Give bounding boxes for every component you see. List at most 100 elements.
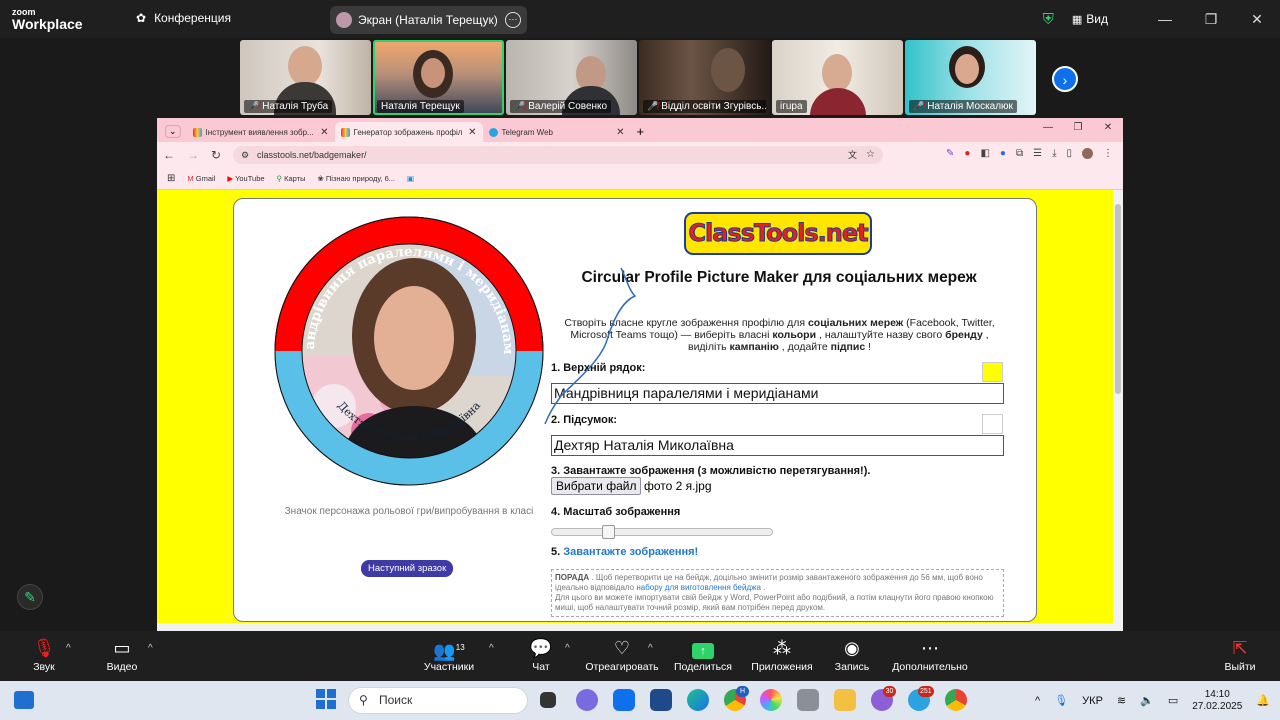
participant-tile[interactable]: 🎤̸ Наталія Москалюк (905, 40, 1036, 115)
chrome-profile-icon[interactable] (945, 689, 967, 711)
security-shield-icon[interactable]: ⛨ (1043, 11, 1054, 28)
edge-icon[interactable] (687, 689, 709, 711)
microphone-icon[interactable]: 🎙 (1054, 694, 1068, 707)
extensions-puzzle-icon[interactable]: ⧉ (1016, 148, 1023, 159)
battery-icon[interactable]: ▭ (1168, 694, 1178, 707)
wifi-icon[interactable]: ≋ (1117, 694, 1126, 707)
classtools-logo[interactable]: ClassTools.net (684, 212, 872, 255)
leave-button[interactable]: ⇱ Выйти (1222, 637, 1258, 673)
address-bar[interactable]: ⚙ classtools.net/badgemaker/ 文 ☆ (233, 146, 883, 164)
badge-kit-link[interactable]: набору для виготовлення бейджа (636, 583, 761, 592)
extension-icon[interactable]: ● (1000, 148, 1006, 159)
explorer-icon[interactable] (797, 689, 819, 711)
view-button[interactable]: Вид (1086, 12, 1108, 26)
participants-button[interactable]: 👥13 Участники (420, 637, 478, 673)
close-icon[interactable]: ✕ (1234, 11, 1280, 28)
zoom-app-icon[interactable] (613, 689, 635, 711)
participant-tile[interactable]: 🎤̸ Відділ освіти Згурівсь... (639, 40, 770, 115)
video-button[interactable]: ▭ Видео (100, 637, 144, 673)
summary-input[interactable]: Дехтяр Наталія Миколаївна (551, 435, 1004, 456)
taskbar-search-box[interactable]: ⚲ Поиск (348, 687, 528, 714)
reload-icon[interactable]: ↻ (211, 148, 221, 162)
participant-tile[interactable]: 🎤̸ Валерій Совенко (506, 40, 637, 115)
bookmark-nature[interactable]: ❀ Пізнаю природу, 6... (318, 174, 395, 183)
notifications-bell-icon[interactable]: 🔔 (1256, 694, 1270, 707)
volume-icon[interactable]: 🔈 (1140, 694, 1154, 707)
sound-options-chevron-icon[interactable]: ^ (66, 643, 71, 654)
sound-button[interactable]: 🎙 Звук (26, 637, 62, 673)
reading-list-icon[interactable]: ☰ (1033, 148, 1042, 159)
profile-avatar[interactable] (1082, 148, 1093, 159)
chat-button[interactable]: 💬 Чат (526, 637, 556, 673)
tab-close-icon[interactable]: ✕ (320, 127, 328, 138)
next-participants-arrow-icon[interactable]: › (1052, 66, 1078, 92)
participant-tile[interactable]: ігupa (772, 40, 903, 115)
participant-tile[interactable]: Наталія Терещук (373, 40, 504, 115)
bookmark-star-icon[interactable]: ☆ (866, 146, 875, 164)
image-scale-slider[interactable] (551, 525, 773, 539)
bookmark-youtube[interactable]: ▶ YouTube (227, 174, 264, 183)
task-view-icon[interactable] (540, 692, 556, 708)
restore-icon[interactable]: ❐ (1188, 11, 1234, 28)
video-options-chevron-icon[interactable]: ^ (148, 643, 153, 654)
tab-close-icon[interactable]: ✕ (468, 127, 476, 138)
forward-icon[interactable]: → (187, 148, 199, 162)
browser-menu-icon[interactable]: ⋮ (1103, 148, 1113, 159)
page-vertical-scrollbar[interactable] (1113, 190, 1123, 631)
annotate-pen-icon[interactable]: ✎ (17, 584, 43, 610)
more-button[interactable]: ⋯ Дополнительно (888, 637, 972, 673)
widgets-icon[interactable] (14, 691, 34, 709)
color-app-icon[interactable] (760, 689, 782, 711)
translate-icon[interactable]: 文 (848, 146, 857, 164)
page-horizontal-scrollbar[interactable] (157, 623, 1113, 631)
choose-file-button[interactable]: Вибрати файл (551, 477, 642, 495)
bookmark-image-icon[interactable]: ▣ (407, 174, 414, 183)
pen-extension-icon[interactable]: ✎ (946, 148, 954, 159)
side-panel-icon[interactable]: ▯ (1066, 148, 1072, 159)
participant-tile[interactable]: 🎤̸ Наталія Труба (240, 40, 371, 115)
tray-overflow-chevron-icon[interactable]: ^ (1035, 695, 1040, 707)
meet-icon[interactable] (576, 689, 598, 711)
scrollbar-thumb[interactable] (1115, 204, 1121, 394)
more-options-icon[interactable]: ··· (505, 12, 521, 28)
record-button[interactable]: ◉ Запись (832, 637, 872, 673)
browser-tab[interactable]: Інструмент виявлення зобр... ✕ (187, 122, 335, 142)
top-color-swatch[interactable] (982, 362, 1003, 382)
zoom-logo: zoom Workplace (12, 6, 83, 31)
browser-minimize-icon[interactable]: — (1033, 122, 1063, 133)
new-tab-icon[interactable]: + (637, 124, 645, 139)
abp-extension-icon[interactable]: ● (964, 148, 970, 159)
extension-icon[interactable]: ◧ (980, 148, 989, 159)
store-icon[interactable] (650, 689, 672, 711)
browser-close-icon[interactable]: ✕ (1093, 122, 1123, 133)
circular-badge-preview[interactable]: Мандрівниця паралелями і меридіанами Дех… (274, 216, 544, 486)
tab-search-icon[interactable]: ⌄ (165, 125, 181, 138)
site-info-icon[interactable]: ⚙ (241, 146, 249, 164)
next-sample-button[interactable]: Наступний зразок (361, 560, 454, 577)
browser-tab-active[interactable]: Генератор зображень профілю ✕ (334, 122, 483, 142)
back-icon[interactable]: ← (163, 148, 175, 162)
react-chevron-icon[interactable]: ^ (648, 643, 653, 654)
file-folder-icon[interactable] (834, 689, 856, 711)
share-button[interactable]: ↑ Поделиться (672, 637, 734, 673)
bookmark-gmail[interactable]: M Gmail (187, 174, 215, 183)
chat-chevron-icon[interactable]: ^ (565, 643, 570, 654)
conference-menu[interactable]: ✿ Конференция (136, 11, 231, 25)
browser-restore-icon[interactable]: ❐ (1063, 122, 1093, 133)
browser-tab[interactable]: Telegram Web ✕ (483, 122, 631, 142)
slider-knob[interactable] (602, 525, 615, 539)
download-image-link[interactable]: Завантажте зображення! (563, 546, 698, 558)
download-icon[interactable]: ⤓ (1052, 148, 1056, 159)
bookmark-maps[interactable]: ⚲ Карты (277, 174, 306, 183)
apps-button[interactable]: ⁂ Приложения (748, 637, 816, 673)
tab-close-icon[interactable]: ✕ (616, 127, 624, 138)
windows-start-icon[interactable] (316, 689, 336, 709)
bottom-color-swatch[interactable] (982, 414, 1003, 434)
input-language[interactable]: УКР (1082, 695, 1103, 707)
clock[interactable]: 14:10 27.02.2025 (1192, 689, 1242, 713)
top-row-input[interactable]: Мандрівниця паралелями і меридіанами (551, 383, 1004, 404)
screen-share-pill[interactable]: Экран (Наталія Терещук) ··· (330, 6, 527, 34)
participants-chevron-icon[interactable]: ^ (489, 643, 494, 654)
minimize-icon[interactable]: — (1142, 11, 1188, 27)
apps-grid-icon[interactable]: ⊞ (167, 173, 175, 184)
